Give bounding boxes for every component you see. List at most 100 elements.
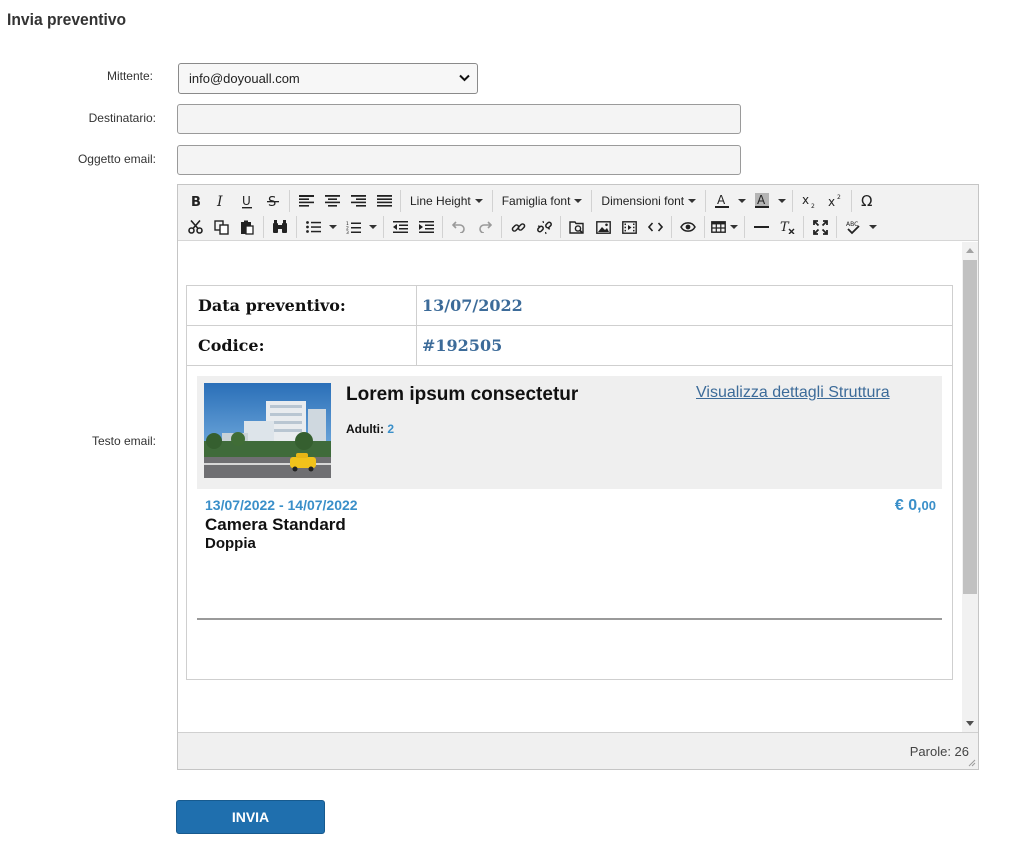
align-center-button[interactable] <box>319 189 345 213</box>
cut-icon <box>187 220 203 234</box>
text-color-button[interactable]: A <box>709 189 735 213</box>
clear-formatting-button[interactable]: T <box>774 215 800 239</box>
spellcheck-button[interactable]: ABC <box>840 215 866 239</box>
italic-icon: I <box>216 194 223 208</box>
cut-button[interactable] <box>182 215 208 239</box>
hotel-details-link[interactable]: Visualizza dettagli Struttura <box>696 384 890 402</box>
svg-text:Ω: Ω <box>861 193 872 209</box>
indent-icon <box>418 221 434 233</box>
background-color-button[interactable]: A <box>749 189 775 213</box>
recipient-input[interactable] <box>177 104 741 134</box>
editor-statusbar: Parole: 26 <box>178 732 978 769</box>
word-count: Parole: 26 <box>909 744 969 759</box>
bold-icon: B <box>191 195 201 208</box>
underline-button[interactable]: U <box>234 189 260 213</box>
source-code-button[interactable] <box>642 215 668 239</box>
subject-input[interactable] <box>177 145 741 175</box>
bold-button[interactable]: B <box>182 189 208 213</box>
quote-code-label: Codice: <box>187 326 417 365</box>
outdent-button[interactable] <box>387 215 413 239</box>
align-right-button[interactable] <box>345 189 371 213</box>
underline-icon: U <box>242 194 252 208</box>
browse-server-button[interactable] <box>564 215 590 239</box>
table-row: Data preventivo: 13/07/2022 <box>187 286 952 326</box>
line-height-dropdown[interactable]: Line Height <box>404 189 489 213</box>
bullet-list-button[interactable] <box>300 215 326 239</box>
table-button[interactable] <box>708 215 741 239</box>
svg-text:ABC: ABC <box>846 221 858 228</box>
toolbar-separator <box>442 216 443 238</box>
price-main: € 0, <box>894 497 922 514</box>
toolbar-separator <box>744 216 745 238</box>
quote-table: Data preventivo: 13/07/2022 Codice: #192… <box>186 285 953 680</box>
numbered-list-icon: 123 <box>346 221 361 234</box>
page-title: Invia preventivo <box>7 10 127 29</box>
numbered-list-button[interactable]: 123 <box>340 215 366 239</box>
redo-icon <box>479 221 492 233</box>
svg-text:B: B <box>191 195 201 208</box>
font-family-label: Famiglia font <box>501 194 571 208</box>
scroll-down-arrow-icon[interactable] <box>966 721 974 726</box>
link-button[interactable] <box>505 215 531 239</box>
unlink-icon <box>536 220 552 234</box>
svg-text:x: x <box>802 193 809 207</box>
text-color-dropdown[interactable] <box>735 189 749 213</box>
fullscreen-icon <box>812 219 828 235</box>
horizontal-rule-button[interactable] <box>748 215 774 239</box>
quote-date-value: 13/07/2022 <box>422 296 523 315</box>
unlink-button[interactable] <box>531 215 557 239</box>
resize-grip-icon[interactable] <box>966 757 976 767</box>
copy-icon <box>213 219 229 235</box>
spellcheck-dropdown[interactable] <box>866 215 880 239</box>
find-button[interactable] <box>267 215 293 239</box>
superscript-button[interactable]: x2 <box>822 189 848 213</box>
subscript-icon: x2 <box>802 193 815 209</box>
align-left-button[interactable] <box>293 189 319 213</box>
body-label: Testo email: <box>91 434 156 448</box>
hotel-name: Lorem ipsum consectetur <box>346 384 579 405</box>
background-color-dropdown[interactable] <box>775 189 789 213</box>
undo-button[interactable] <box>446 215 472 239</box>
fullscreen-button[interactable] <box>807 215 833 239</box>
strikethrough-button[interactable]: S <box>260 189 286 213</box>
toolbar-separator <box>803 216 804 238</box>
font-size-dropdown[interactable]: Dimensioni font <box>595 189 702 213</box>
toolbar-row-1: B I U S Line Height Famiglia font Dimens… <box>182 188 881 214</box>
special-character-icon: Ω <box>861 193 872 209</box>
image-button[interactable] <box>590 215 616 239</box>
editor-scrollbar[interactable] <box>962 242 978 732</box>
strikethrough-icon: S <box>267 195 279 208</box>
paste-button[interactable] <box>234 215 260 239</box>
preview-icon <box>680 222 696 232</box>
sender-select[interactable]: info@doyouall.com <box>178 63 478 94</box>
send-button[interactable]: INVIA <box>176 800 325 834</box>
special-character-button[interactable]: Ω <box>855 189 881 213</box>
bullet-list-dropdown[interactable] <box>326 215 340 239</box>
scrollbar-thumb[interactable] <box>963 260 977 594</box>
subscript-button[interactable]: x2 <box>796 189 822 213</box>
bullet-list-icon <box>305 221 321 233</box>
align-right-icon <box>350 195 366 207</box>
editor-content[interactable]: Data preventivo: 13/07/2022 Codice: #192… <box>178 242 962 732</box>
source-code-icon <box>647 222 663 232</box>
preview-button[interactable] <box>675 215 701 239</box>
redo-button[interactable] <box>472 215 498 239</box>
toolbar-separator <box>671 216 672 238</box>
numbered-list-dropdown[interactable] <box>366 215 380 239</box>
clear-formatting-icon: T <box>780 220 795 234</box>
scroll-up-arrow-icon[interactable] <box>966 248 974 253</box>
indent-button[interactable] <box>413 215 439 239</box>
align-justify-button[interactable] <box>371 189 397 213</box>
undo-icon <box>452 221 465 233</box>
font-family-dropdown[interactable]: Famiglia font <box>496 189 589 213</box>
quote-code-value: #192505 <box>422 336 503 355</box>
text-color-icon: A <box>715 193 730 208</box>
align-justify-icon <box>376 195 392 207</box>
media-button[interactable] <box>616 215 642 239</box>
italic-button[interactable]: I <box>208 189 234 213</box>
toolbar-separator <box>400 190 401 212</box>
svg-text:x: x <box>828 195 835 209</box>
copy-button[interactable] <box>208 215 234 239</box>
editor-toolbar: B I U S Line Height Famiglia font Dimens… <box>178 185 978 241</box>
toolbar-separator <box>705 190 707 212</box>
